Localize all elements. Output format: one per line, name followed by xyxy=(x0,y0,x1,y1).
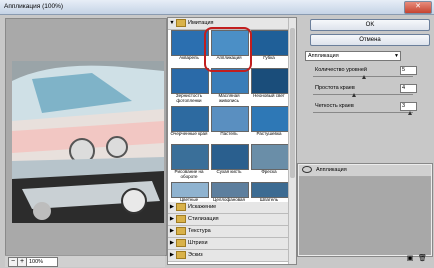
filter-thumbnail xyxy=(251,68,289,94)
chevron-right-icon: ▶ xyxy=(169,216,175,222)
filter-thumbnail xyxy=(211,106,249,132)
category-label: Имитация xyxy=(188,20,214,26)
filter-tile[interactable]: Губка xyxy=(251,30,289,66)
new-layer-icon[interactable]: ▣ xyxy=(406,255,414,263)
category-label: Стилизация xyxy=(188,216,219,222)
filter-gallery-window: Аппликация (100%) ✕ − + 100% ▼ Имитация xyxy=(0,0,434,268)
filter-tile[interactable]: Пастель xyxy=(211,106,249,142)
preview-area[interactable] xyxy=(5,18,167,256)
chevron-right-icon: ▶ xyxy=(169,240,175,246)
filter-label: Очерченные края xyxy=(170,131,208,136)
filter-thumbnail xyxy=(171,182,209,198)
filter-label: Губка xyxy=(263,55,275,60)
chevron-right-icon: ▶ xyxy=(169,252,175,258)
filter-thumbnail xyxy=(211,144,249,170)
filter-thumbnail xyxy=(251,182,289,198)
filter-select-value: Аппликация xyxy=(308,53,339,59)
filter-thumbnail xyxy=(211,182,249,198)
title-bar: Аппликация (100%) ✕ xyxy=(0,0,434,15)
zoom-bar: − + 100% xyxy=(5,255,165,267)
cancel-button[interactable]: Отмена xyxy=(310,34,430,46)
filter-tile[interactable]: Рисование на обороте xyxy=(171,144,209,180)
filter-label: Неоновый свет xyxy=(253,93,285,98)
effect-layers-panel: Аппликация xyxy=(297,163,433,257)
category-header[interactable]: ▶ Искажение xyxy=(168,202,288,214)
filter-label: Зернистость фотопленки xyxy=(175,93,203,103)
param-slider-knob[interactable] xyxy=(362,75,366,79)
category-header[interactable]: ▶ Эскиз xyxy=(168,250,288,262)
param-levels: Количество уровней 5 xyxy=(305,66,429,81)
filter-select[interactable]: Аппликация ▼ xyxy=(305,51,401,61)
param-label: Количество уровней xyxy=(315,67,367,73)
folder-icon xyxy=(176,238,186,247)
effect-layer-label: Аппликация xyxy=(316,167,347,173)
param-value-input[interactable]: 4 xyxy=(400,84,417,93)
filter-thumbnail xyxy=(171,68,209,94)
filter-tile[interactable]: Сухая кисть xyxy=(211,144,249,180)
category-header[interactable]: ▶ Текстура xyxy=(168,226,288,238)
chevron-down-icon: ▼ xyxy=(394,53,399,59)
preview-image xyxy=(12,61,164,223)
gallery-scrollbar[interactable] xyxy=(288,18,296,264)
zoom-select[interactable]: 100% xyxy=(26,257,58,267)
close-button[interactable]: ✕ xyxy=(404,1,432,14)
folder-icon xyxy=(176,18,186,27)
filter-tile[interactable]: Фреска xyxy=(251,144,289,180)
filter-gallery: ▼ Имитация Акварель Аппликация Губка Зерн… xyxy=(167,17,297,265)
filter-thumbnail xyxy=(251,30,289,56)
category-label: Текстура xyxy=(188,228,211,234)
chevron-down-icon: ▼ xyxy=(169,20,175,26)
filter-thumbnail xyxy=(171,106,209,132)
window-title: Аппликация (100%) xyxy=(4,3,64,10)
param-value-input[interactable]: 5 xyxy=(400,66,417,75)
param-edge-fidelity: Четкость краев 3 xyxy=(305,102,429,117)
param-edge-simplicity: Простота краев 4 xyxy=(305,84,429,99)
folder-icon xyxy=(176,250,186,259)
folder-icon xyxy=(176,226,186,235)
filter-tile[interactable]: Очерченные края xyxy=(170,106,209,142)
filter-thumbnail xyxy=(251,106,289,132)
filter-thumbnail xyxy=(251,144,289,170)
param-label: Четкость краев xyxy=(315,103,354,109)
filter-tile[interactable]: Зернистость фотопленки xyxy=(171,68,209,104)
filter-label: Растушевка xyxy=(256,131,282,136)
folder-icon xyxy=(176,214,186,223)
selected-filter-highlight xyxy=(204,27,252,72)
effect-layer-row[interactable]: Аппликация xyxy=(299,165,431,177)
category-label: Эскиз xyxy=(188,252,203,258)
param-slider-track[interactable] xyxy=(313,112,413,113)
scroll-thumb[interactable] xyxy=(290,28,295,178)
chevron-right-icon: ▶ xyxy=(169,204,175,210)
filter-label: Масляная живопись xyxy=(218,93,240,103)
ok-button[interactable]: OK xyxy=(310,19,430,31)
param-slider-knob[interactable] xyxy=(408,111,413,115)
folder-icon xyxy=(176,202,186,211)
filter-tile[interactable]: Неоновый свет xyxy=(251,68,289,104)
category-label: Штрихи xyxy=(188,240,208,246)
filter-label: Сухая кисть xyxy=(216,169,242,174)
param-label: Простота краев xyxy=(315,85,355,91)
param-slider-track[interactable] xyxy=(313,94,413,95)
param-slider-knob[interactable] xyxy=(352,93,357,97)
eye-icon[interactable] xyxy=(302,166,312,174)
filter-thumbnail xyxy=(171,144,209,170)
filter-label: Акварель xyxy=(179,55,199,60)
trash-icon[interactable]: 🗑 xyxy=(418,255,427,263)
category-header[interactable]: ▶ Стилизация xyxy=(168,214,288,226)
param-value-input[interactable]: 3 xyxy=(400,102,417,111)
filter-label: Фреска xyxy=(261,169,277,174)
category-label: Искажение xyxy=(188,204,217,210)
filter-label: Пастель xyxy=(220,131,238,136)
chevron-right-icon: ▶ xyxy=(169,228,175,234)
layers-empty-area xyxy=(299,177,431,255)
filter-tile[interactable]: Масляная живопись xyxy=(211,68,249,104)
filter-label: Рисование на обороте xyxy=(174,169,204,179)
filter-tile[interactable]: Акварель xyxy=(171,30,209,66)
filter-tile[interactable]: Растушевка xyxy=(251,106,289,142)
category-header[interactable]: ▶ Штрихи xyxy=(168,238,288,250)
